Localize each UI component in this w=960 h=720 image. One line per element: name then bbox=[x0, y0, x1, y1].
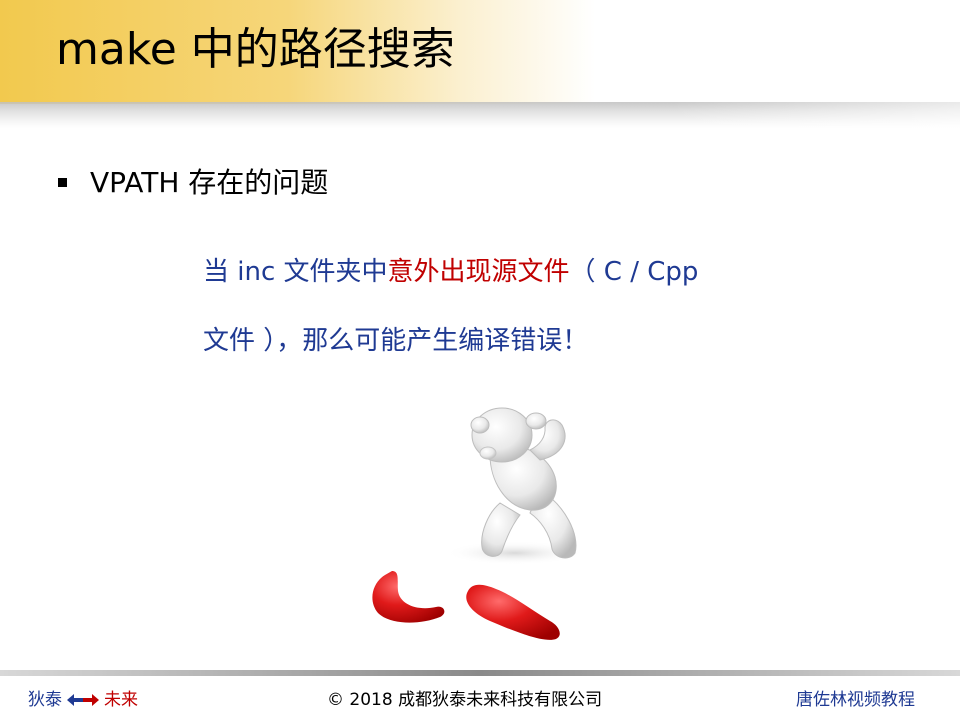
note-line-1-part1: 当 inc 文件夹中 bbox=[203, 257, 388, 287]
bullet-marker bbox=[58, 178, 67, 187]
footer-divider bbox=[0, 670, 960, 676]
footer-logo-word-right: 未来 bbox=[104, 690, 138, 710]
note-line-1: 当 inc 文件夹中意外出现源文件（ C / Cpp bbox=[203, 254, 698, 290]
figure-hand-left bbox=[470, 416, 490, 434]
slide: make 中的路径搜索 VPATH 存在的问题 当 inc 文件夹中意外出现源文… bbox=[0, 0, 960, 720]
figure-hand-right bbox=[525, 412, 547, 430]
footer-logo-word-left: 狄泰 bbox=[28, 690, 62, 710]
note-highlight: 意外出现源文件 bbox=[387, 257, 570, 287]
footer-copyright: © 2018 成都狄泰未来科技有限公司 bbox=[327, 690, 603, 710]
broken-piece-right bbox=[466, 584, 560, 640]
title-shadow-fade bbox=[0, 100, 960, 130]
note-line-1-part2: （ C / Cpp bbox=[569, 257, 699, 287]
worried-figure-illustration bbox=[372, 407, 585, 640]
broken-piece-left bbox=[372, 571, 445, 623]
page-title: make 中的路径搜索 bbox=[56, 24, 455, 75]
footer-course-label: 唐佐林视频教程 bbox=[796, 690, 915, 710]
footer-logo: 狄泰 未来 bbox=[28, 688, 138, 712]
note-line-2: 文件 ），那么可能产生编译错误！ bbox=[203, 326, 589, 356]
figure-nose bbox=[479, 446, 497, 460]
double-arrow-icon bbox=[67, 694, 99, 706]
bullet-text: VPATH 存在的问题 bbox=[90, 166, 329, 199]
